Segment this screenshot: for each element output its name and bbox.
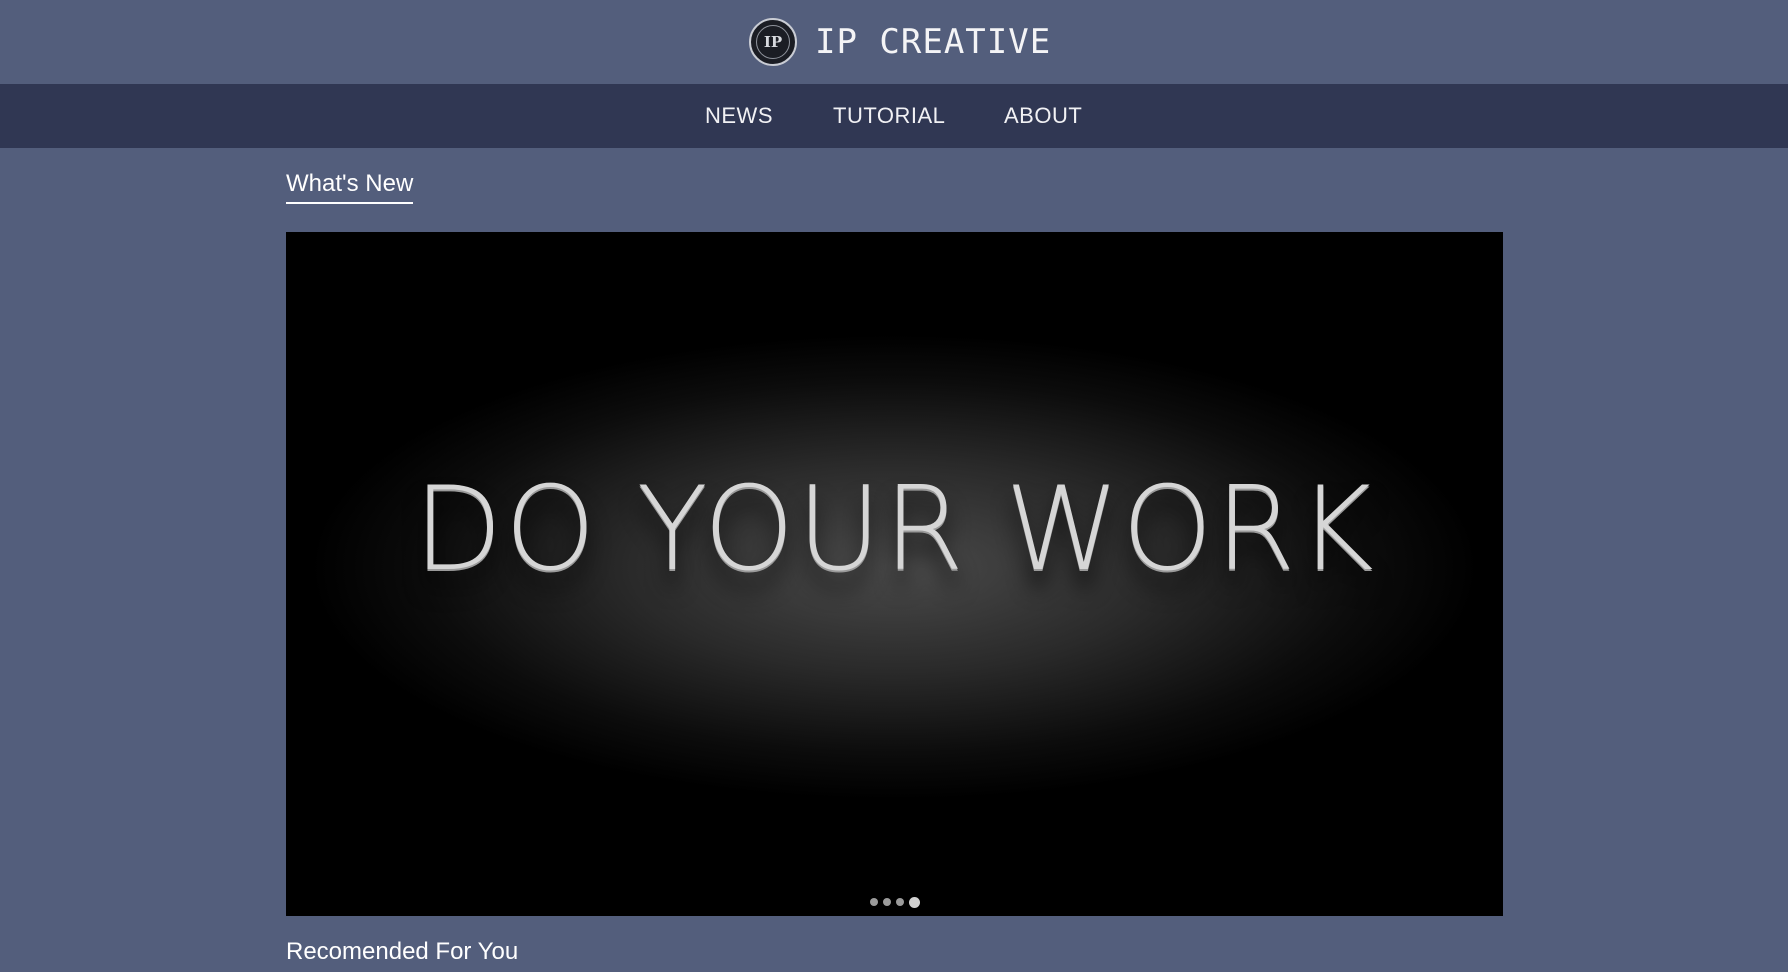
brand[interactable]: IP IP CREATIVE	[749, 18, 1051, 66]
nav-item-news[interactable]: NEWS	[705, 84, 773, 148]
nav-item-tutorial[interactable]: TUTORIAL	[833, 84, 945, 148]
ip-creative-logo-icon: IP	[749, 18, 797, 66]
main-navigation: NEWS TUTORIAL ABOUT	[0, 84, 1788, 148]
slider-dot-4[interactable]	[909, 896, 920, 908]
site-title: IP CREATIVE	[815, 22, 1052, 62]
hero-slide-text: DO YOUR WORK	[413, 462, 1376, 597]
slider-dot-1[interactable]	[870, 898, 878, 906]
slider-dot-3[interactable]	[896, 898, 904, 906]
slider-pagination	[870, 896, 925, 908]
logo-lettering: IP	[763, 33, 783, 51]
whats-new-heading: What's New	[286, 170, 414, 204]
nav-item-about[interactable]: ABOUT	[1004, 84, 1082, 148]
slider-dot-2[interactable]	[883, 898, 891, 906]
recommended-heading: Recomended For You	[286, 938, 519, 965]
top-header: IP IP CREATIVE	[0, 0, 1788, 84]
hero-slider[interactable]: DO YOUR WORK	[286, 232, 1503, 916]
